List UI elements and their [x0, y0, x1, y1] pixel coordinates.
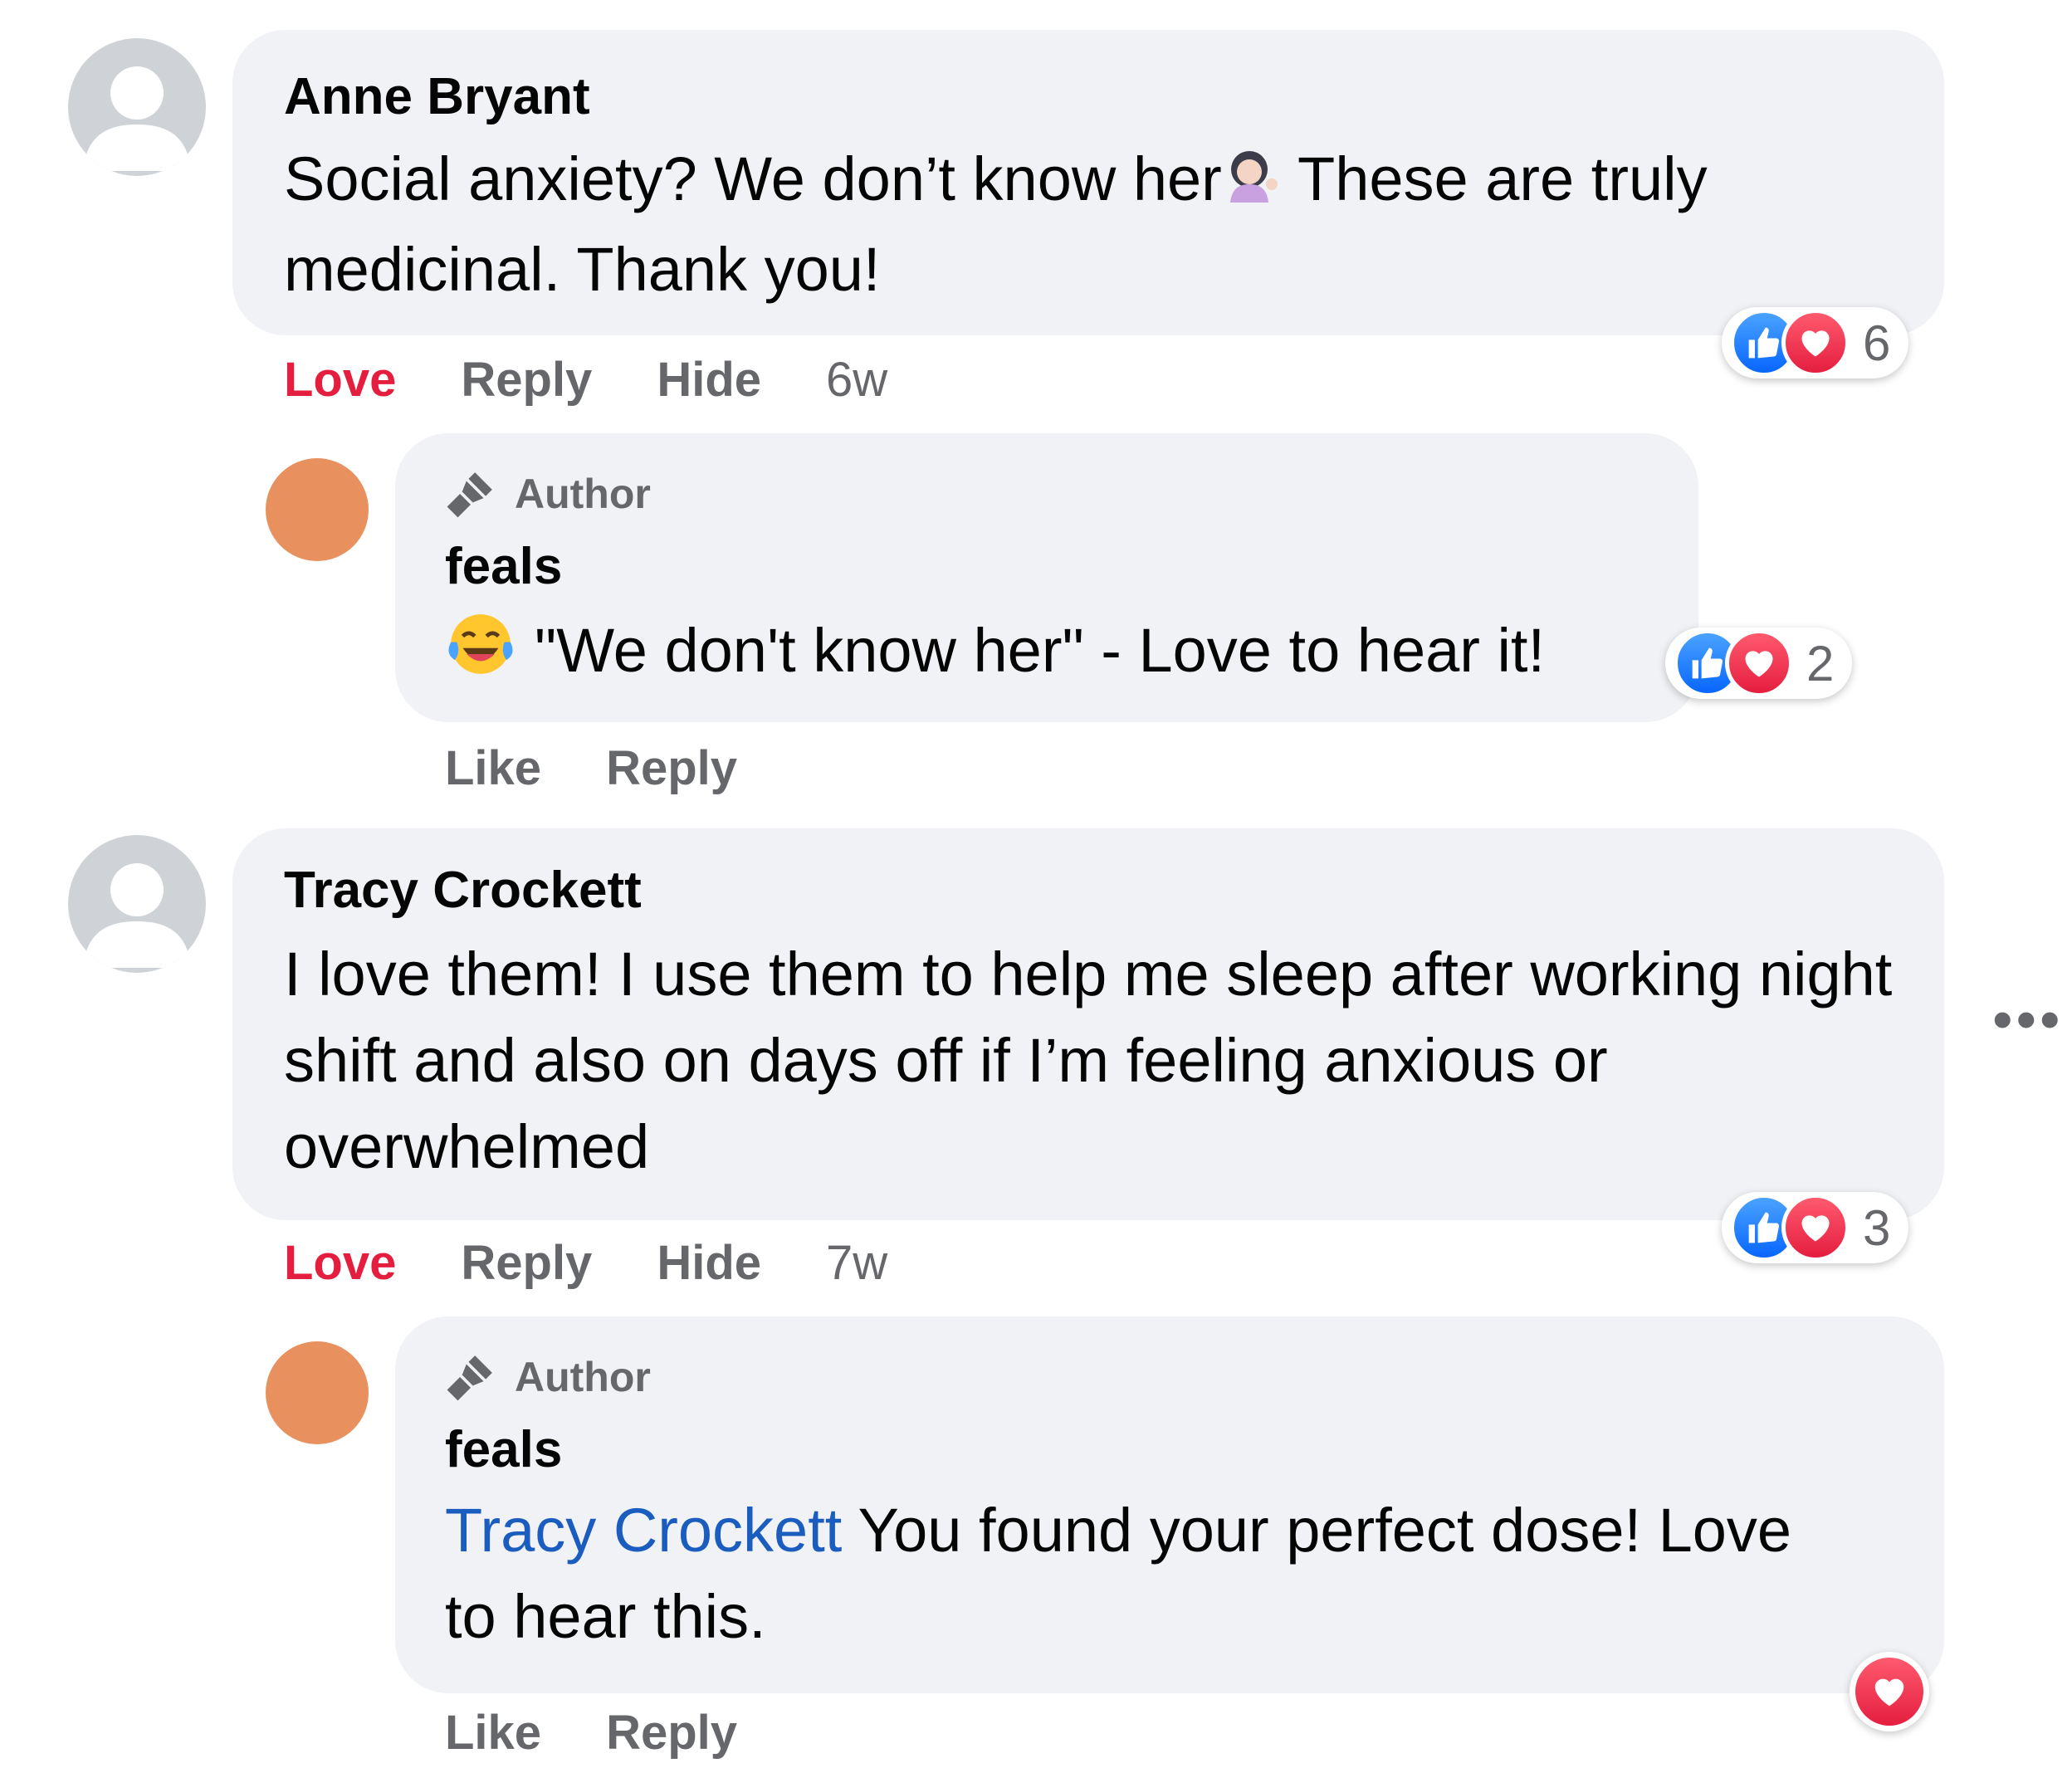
reply-button[interactable]: Reply — [461, 1235, 592, 1291]
reply-author[interactable]: feals — [445, 541, 562, 593]
comment-author[interactable]: Anne Bryant — [284, 71, 590, 123]
reply-button[interactable]: Reply — [606, 1705, 737, 1761]
love-button[interactable]: Love — [284, 1235, 396, 1291]
reply-text-content: "We don't know her" - Love to hear it! — [535, 616, 1546, 685]
heart-reaction-icon — [1781, 1194, 1850, 1262]
author-badge: Author — [445, 468, 651, 520]
heart-reaction-icon[interactable] — [1850, 1652, 1929, 1731]
timestamp[interactable]: 7w — [826, 1235, 887, 1291]
more-options-icon[interactable]: ••• — [1992, 986, 2064, 1052]
hide-button[interactable]: Hide — [657, 1235, 761, 1291]
reply-text: Tracy Crockett You found your perfect do… — [445, 1487, 1856, 1660]
author-badge-label: Author — [515, 1354, 651, 1400]
reply-bubble: Author feals Tracy Crockett You found yo… — [395, 1316, 1944, 1693]
reaction-count: 6 — [1863, 315, 1891, 371]
reply-button[interactable]: Reply — [606, 740, 737, 796]
comment-actions: Love Reply Hide 7w — [284, 1235, 952, 1291]
tears-of-joy-emoji-icon — [445, 608, 516, 702]
comment-bubble: Anne Bryant Social anxiety? We don’t kno… — [232, 30, 1944, 335]
microphone-icon — [447, 1355, 492, 1401]
reply-actions: Like Reply — [445, 740, 802, 796]
reaction-count: 2 — [1806, 635, 1835, 691]
reaction-summary[interactable]: 6 — [1722, 307, 1909, 379]
reply-bubble: Author feals "We don't know her" - Love … — [395, 433, 1698, 722]
reaction-count: 3 — [1863, 1199, 1891, 1256]
author-badge: Author — [445, 1351, 651, 1403]
reply-author[interactable]: feals — [445, 1424, 562, 1476]
avatar[interactable] — [68, 38, 206, 176]
hide-button[interactable]: Hide — [657, 352, 761, 408]
mention-link[interactable]: Tracy Crockett — [445, 1496, 842, 1565]
heart-reaction-icon — [1725, 629, 1793, 697]
comment-text: Social anxiety? We don’t know her These … — [284, 136, 1911, 313]
comment-actions: Love Reply Hide 6w — [284, 352, 952, 408]
author-badge-label: Author — [515, 471, 651, 517]
like-button[interactable]: Like — [445, 1705, 541, 1761]
like-button[interactable]: Like — [445, 740, 541, 796]
comment-bubble: Tracy Crockett I love them! I use them t… — [232, 828, 1944, 1220]
comment-text-part: Social anxiety? We don’t know her — [284, 144, 1222, 213]
reply-button[interactable]: Reply — [461, 352, 592, 408]
microphone-icon — [447, 472, 492, 518]
avatar[interactable] — [68, 835, 206, 973]
comment-author[interactable]: Tracy Crockett — [284, 865, 642, 916]
reply-text: "We don't know her" - Love to hear it! — [445, 608, 1707, 702]
love-button[interactable]: Love — [284, 352, 396, 408]
heart-reaction-icon — [1781, 309, 1850, 377]
reaction-summary[interactable]: 2 — [1665, 628, 1853, 699]
page-avatar[interactable] — [266, 458, 369, 561]
page-avatar[interactable] — [266, 1341, 369, 1444]
reply-actions: Like Reply — [445, 1705, 802, 1761]
reaction-summary[interactable]: 3 — [1722, 1192, 1909, 1263]
timestamp[interactable]: 6w — [826, 352, 887, 408]
comment-text: I love them! I use them to help me sleep… — [284, 940, 1893, 1181]
woman-tipping-hand-emoji-icon — [1222, 140, 1282, 227]
